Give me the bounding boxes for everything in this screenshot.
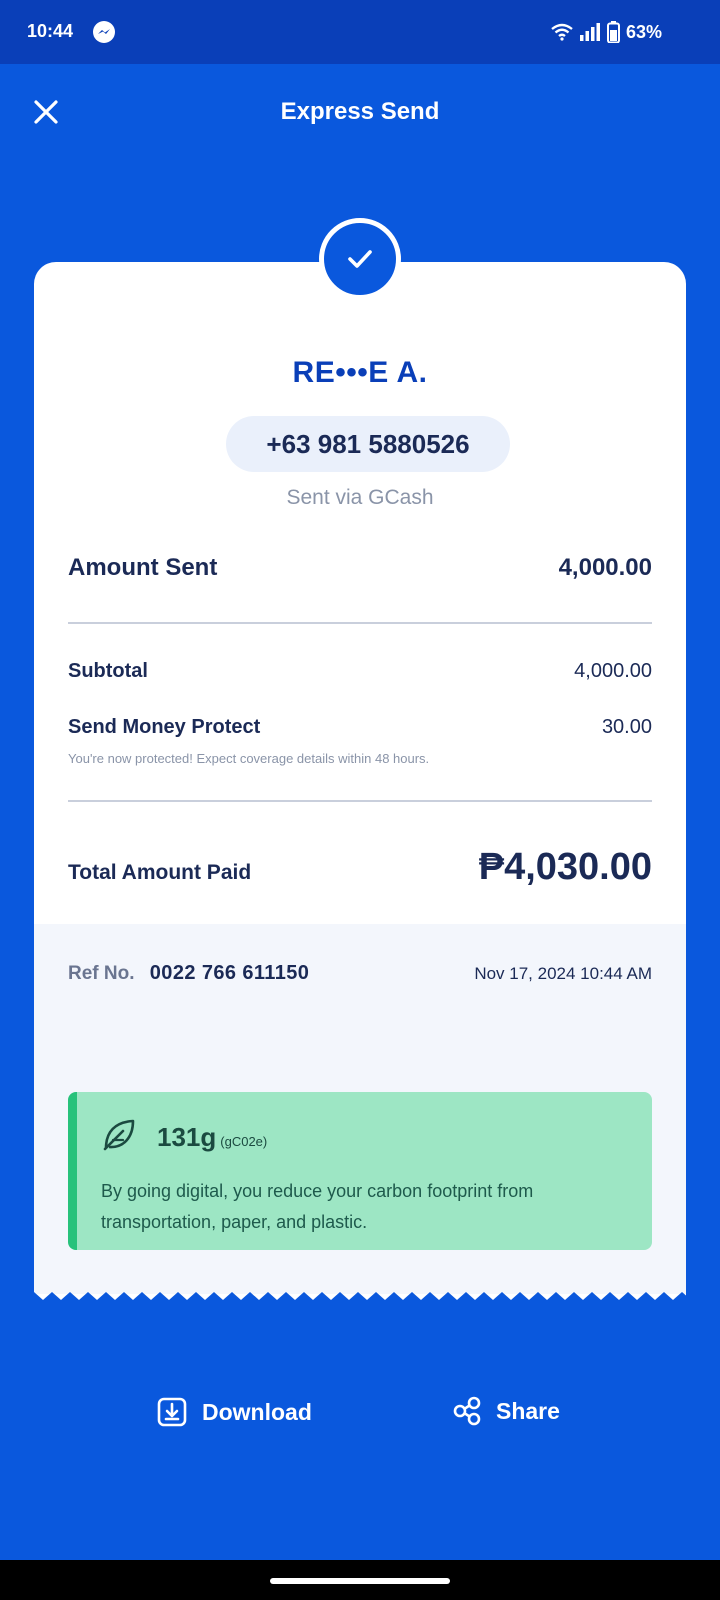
protect-note: You're now protected! Expect coverage de… [68,751,430,766]
leaf-icon [103,1119,135,1151]
subtotal-value: 4,000.00 [574,660,652,682]
recipient-name: RE•••E A. [292,356,428,389]
protect-value: 30.00 [601,716,652,738]
ref-number: 0022 766 611150 [149,962,310,984]
transaction-datetime: Nov 17, 2024 10:44 AM [474,964,652,983]
status-icons: 63% [551,19,662,45]
carbon-amount-value: 131g [157,1122,217,1152]
carbon-amount: 131g (gC02e) [157,1122,267,1153]
status-bar: 10:44 63% [0,0,720,64]
home-handle[interactable] [270,1578,450,1584]
download-button[interactable]: Download [156,1396,312,1428]
carbon-footprint-card: 131g (gC02e) By going digital, you reduce… [68,1092,652,1250]
subtotal-row: Subtotal 4,000.00 [68,660,652,683]
amount-sent-row: Amount Sent 4,000.00 [68,554,652,582]
amount-sent-label: Amount Sent [68,554,218,581]
share-icon [453,1396,481,1426]
download-label: Download [202,1398,312,1425]
sent-via-label: Sent via GCash [286,486,434,509]
check-icon [348,250,372,268]
top-bar: Express Send [0,64,720,160]
subtotal-label: Subtotal [68,660,148,682]
receipt-zigzag-edge [34,1292,686,1302]
share-button[interactable]: Share [452,1396,560,1426]
page-title: Express Send [280,98,440,125]
download-icon [157,1397,187,1427]
recipient-phone: +63 981 5880526 [226,416,510,472]
battery-percent: 63% [625,21,662,42]
system-nav-bar [0,1560,720,1600]
total-row: Total Amount Paid ₱4,030.00 [68,846,652,889]
status-time: 10:44 [27,21,74,41]
divider [68,622,652,624]
reference-row: Ref No. 0022 766 611150 Nov 17, 2024 10:… [68,962,652,985]
success-badge [319,218,401,300]
carbon-message: By going digital, you reduce your carbon… [101,1181,534,1232]
share-label: Share [496,1397,560,1424]
ref-label: Ref No. [68,963,135,984]
amount-sent-value: 4,000.00 [558,554,652,581]
messenger-icon [93,21,115,43]
carbon-unit: (gC02e) [220,1134,268,1149]
send-money-protect-row: Send Money Protect 30.00 [68,716,652,739]
signal-icon [579,23,600,41]
protect-label: Send Money Protect [68,716,261,738]
total-value: ₱4,030.00 [478,846,652,888]
battery-icon [606,21,620,43]
divider [68,800,652,802]
wifi-icon [551,23,573,41]
total-label: Total Amount Paid [68,861,252,884]
